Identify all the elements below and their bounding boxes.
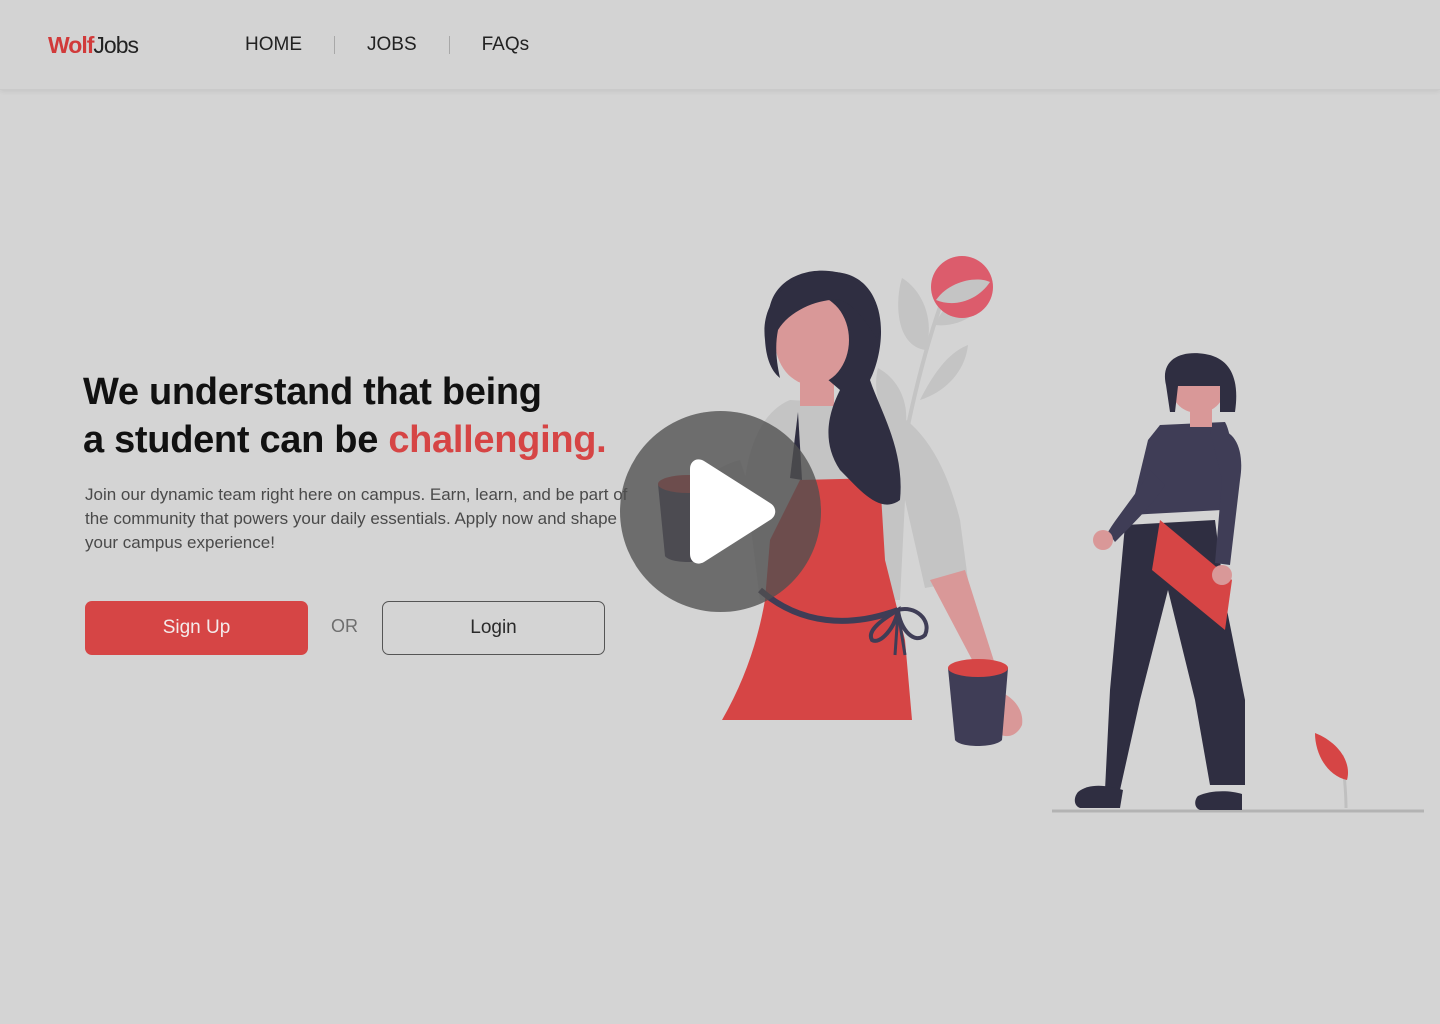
logo-part-wolf: Wolf bbox=[48, 32, 94, 58]
nav-divider bbox=[448, 36, 450, 54]
plant-illustration bbox=[876, 256, 993, 441]
nav-link-faqs[interactable]: FAQs bbox=[482, 30, 530, 60]
nav-link-home[interactable]: HOME bbox=[245, 30, 302, 60]
small-red-plant bbox=[1315, 733, 1349, 809]
logo-part-jobs: Jobs bbox=[93, 32, 139, 58]
hero-subtext: Join our dynamic team right here on camp… bbox=[85, 485, 628, 552]
landing-page: WolfJobs HOME JOBS FAQs We understand th… bbox=[0, 0, 1440, 1024]
play-icon bbox=[690, 459, 776, 564]
nav-links: HOME JOBS FAQs bbox=[245, 30, 529, 60]
hero-headline: We understand that being a student can b… bbox=[83, 368, 683, 464]
headline-line-2: a student can be bbox=[83, 419, 389, 461]
nav-link-jobs[interactable]: JOBS bbox=[367, 30, 417, 60]
headline-line-1: We understand that being bbox=[83, 371, 542, 413]
video-play-button[interactable] bbox=[620, 411, 821, 612]
nav-divider bbox=[334, 36, 335, 54]
headline-accent: challenging. bbox=[388, 419, 607, 461]
or-label: OR bbox=[331, 616, 358, 636]
navbar: WolfJobs HOME JOBS FAQs bbox=[0, 0, 1440, 90]
logo[interactable]: WolfJobs bbox=[48, 30, 139, 60]
login-button[interactable]: Login bbox=[382, 601, 605, 655]
sign-up-button[interactable]: Sign Up bbox=[85, 601, 308, 655]
walking-woman-illustration bbox=[1074, 353, 1245, 810]
